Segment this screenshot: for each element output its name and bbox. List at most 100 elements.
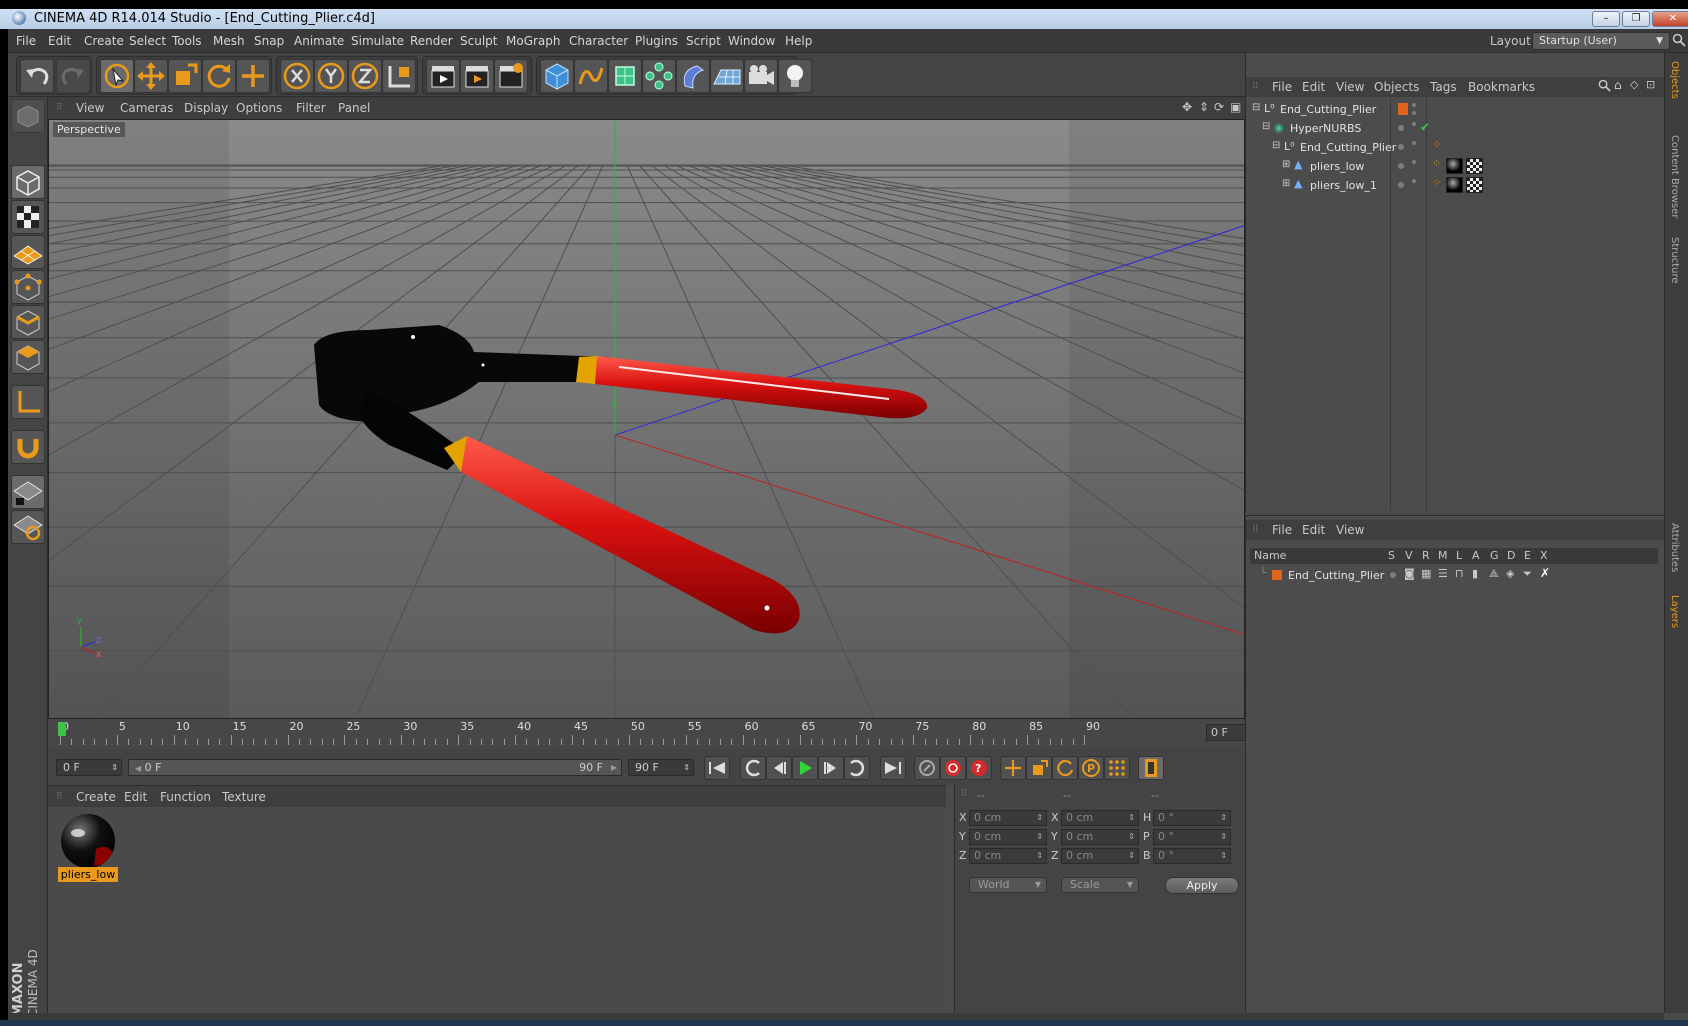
layer-menu-edit[interactable]: Edit <box>1302 523 1325 537</box>
add-array-button[interactable] <box>642 59 676 93</box>
go-to-end-button[interactable] <box>880 756 906 780</box>
panel-grip-icon[interactable]: ⠿ <box>1252 82 1259 92</box>
texture-mode-button[interactable] <box>11 200 45 234</box>
workplane-mode-button[interactable] <box>11 235 45 269</box>
collapse-icon[interactable]: ⊟ <box>1262 121 1270 132</box>
snap-toggle-button[interactable] <box>11 430 45 464</box>
spinner-icon[interactable]: ⇕ <box>1036 811 1043 825</box>
material-menu-create[interactable]: Create <box>76 790 116 804</box>
restore-button[interactable]: ❐ <box>1622 11 1650 27</box>
editor-visibility-dot[interactable] <box>1412 179 1416 183</box>
z-axis-lock-button[interactable] <box>348 59 382 93</box>
spinner-icon[interactable]: ⇕ <box>1128 849 1135 863</box>
rotation-p-field[interactable]: 0 ° ⇕ <box>1153 829 1231 845</box>
spinner-icon[interactable]: ⇕ <box>1036 849 1043 863</box>
key-rotation-toggle[interactable] <box>1052 756 1078 780</box>
enable-dot[interactable] <box>1398 125 1404 131</box>
back-icon[interactable]: ◇ <box>1630 78 1638 91</box>
play-forward-button[interactable] <box>792 756 818 780</box>
object-menu-objects[interactable]: Objects <box>1374 80 1419 94</box>
enable-dot[interactable] <box>1398 163 1404 169</box>
y-axis-lock-button[interactable] <box>314 59 348 93</box>
frame-range-slider[interactable]: ◀ 0 F 90 F ▶ <box>128 759 622 776</box>
scheme-settings-button[interactable] <box>1138 756 1164 780</box>
render-to-picture-viewer-button[interactable] <box>460 59 494 93</box>
spinner-icon[interactable]: ⇕ <box>1128 811 1135 825</box>
menu-mesh[interactable]: Mesh <box>213 34 245 48</box>
rotation-h-field[interactable]: 0 ° ⇕ <box>1153 810 1231 826</box>
viewport-move-icon[interactable]: ✥ <box>1182 100 1192 114</box>
coordinate-space-select[interactable]: World ▼ <box>969 877 1047 893</box>
panel-grip-icon[interactable]: ⠿ <box>56 792 63 802</box>
render-settings-button[interactable] <box>494 59 528 93</box>
polygons-mode-button[interactable] <box>11 340 45 374</box>
add-environment-button[interactable] <box>710 59 744 93</box>
live-selection-button[interactable] <box>100 59 134 93</box>
key-position-toggle[interactable] <box>1000 756 1026 780</box>
menu-select[interactable]: Select <box>129 34 166 48</box>
material-tag-icon[interactable] <box>1446 158 1463 174</box>
menu-snap[interactable]: Snap <box>254 34 284 48</box>
layer-menu-view[interactable]: View <box>1336 523 1364 537</box>
object-menu-bookmarks[interactable]: Bookmarks <box>1468 80 1535 94</box>
eye-icon[interactable]: ◙ <box>1404 567 1415 580</box>
viewport-menu-panel[interactable]: Panel <box>338 101 370 115</box>
add-spline-button[interactable] <box>574 59 608 93</box>
spinner-icon[interactable]: ⇕ <box>1220 830 1227 844</box>
key-scale-toggle[interactable] <box>1026 756 1052 780</box>
tab-objects[interactable]: Objects <box>1669 61 1680 99</box>
position-x-field[interactable]: 0 cm ⇕ <box>969 810 1047 826</box>
menu-render[interactable]: Render <box>410 34 453 48</box>
menu-simulate[interactable]: Simulate <box>351 34 404 48</box>
viewport-menu-options[interactable]: Options <box>236 101 282 115</box>
x-axis-lock-button[interactable] <box>280 59 314 93</box>
new-view-icon[interactable]: ⊡ <box>1646 78 1655 91</box>
tab-structure[interactable]: Structure <box>1669 237 1680 284</box>
uvw-tag-icon[interactable] <box>1466 177 1483 193</box>
add-light-button[interactable] <box>778 59 812 93</box>
expression-icon[interactable]: ⏷ <box>1523 567 1532 581</box>
viewport-rotate-icon[interactable]: ⟳ <box>1214 100 1224 114</box>
animation-film-icon[interactable]: ▮ <box>1472 567 1478 580</box>
rotation-b-field[interactable]: 0 ° ⇕ <box>1153 848 1231 864</box>
spinner-icon[interactable]: ⇕ <box>111 760 118 775</box>
go-to-start-button[interactable] <box>704 756 730 780</box>
enable-dot[interactable] <box>1398 182 1404 188</box>
menu-mograph[interactable]: MoGraph <box>506 34 561 48</box>
object-row[interactable]: ⊞ ▲ pliers_low_1 ⁘ <box>1246 176 1665 195</box>
object-row[interactable]: ⊞ ▲ pliers_low ⁘ <box>1246 157 1665 176</box>
collapse-icon[interactable]: ⊟ <box>1272 140 1280 151</box>
generator-icon[interactable]: ⟁ <box>1489 567 1499 581</box>
object-row[interactable]: ⊟ L⁰ End_Cutting_Plier <box>1246 100 1665 119</box>
layout-select[interactable]: Startup (User) ▼ <box>1532 32 1670 50</box>
manager-list-icon[interactable]: ☰ <box>1438 567 1448 580</box>
add-cube-button[interactable] <box>540 59 574 93</box>
menu-create[interactable]: Create <box>84 34 124 48</box>
redo-button[interactable] <box>56 59 90 93</box>
coordinate-system-button[interactable] <box>382 59 416 93</box>
add-nurbs-button[interactable] <box>608 59 642 93</box>
panel-grip-icon[interactable]: ⠿ <box>1252 525 1259 535</box>
points-mode-button[interactable] <box>11 270 45 304</box>
panel-grip-icon[interactable]: ⠿ <box>961 789 968 799</box>
layer-row[interactable]: └ End_Cutting_Plier ◙ ▦ ☰ ⊓ ▮ ⟁ ◈ ⏷ ✗ <box>1250 566 1658 585</box>
perspective-viewport[interactable]: Y Z X Perspective <box>48 119 1245 719</box>
rotate-tool-button[interactable] <box>202 59 236 93</box>
menu-script[interactable]: Script <box>686 34 721 48</box>
size-y-field[interactable]: 0 cm ⇕ <box>1061 829 1139 845</box>
start-frame-field[interactable]: 0 F ⇕ <box>56 759 122 776</box>
menu-file[interactable]: File <box>16 34 36 48</box>
uvw-tag-icon[interactable] <box>1466 158 1483 174</box>
menu-character[interactable]: Character <box>569 34 628 48</box>
planar-workplane-button[interactable] <box>11 510 45 544</box>
enabled-checkmark-icon[interactable]: ✔ <box>1420 120 1430 134</box>
viewport-menu-cameras[interactable]: Cameras <box>120 101 173 115</box>
tab-layers[interactable]: Layers <box>1669 595 1680 628</box>
material-menu-function[interactable]: Function <box>160 790 211 804</box>
go-to-previous-key-button[interactable] <box>740 756 766 780</box>
minimize-button[interactable]: – <box>1592 11 1620 27</box>
menu-plugins[interactable]: Plugins <box>635 34 678 48</box>
material-menu-edit[interactable]: Edit <box>124 790 147 804</box>
object-menu-view[interactable]: View <box>1336 80 1364 94</box>
phong-tag-icon[interactable]: ⁘ <box>1432 138 1441 151</box>
